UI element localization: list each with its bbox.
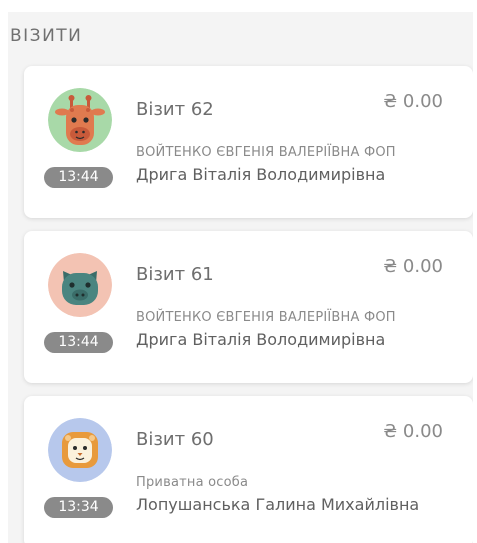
section-title: ВІЗИТИ: [10, 26, 83, 46]
visit-amount: ₴ 0.00: [383, 421, 443, 442]
lion-icon: [48, 418, 112, 482]
visit-amount: ₴ 0.00: [383, 91, 443, 112]
pig-icon: [48, 253, 112, 317]
giraffe-icon: [48, 88, 112, 152]
visits-screen: ВІЗИТИ 13:44 Візит 62 ₴ 0.00 ВОЙТЕНКО ЄВ…: [8, 12, 473, 543]
visit-card[interactable]: 13:44 Візит 61 ₴ 0.00 ВОЙТЕНКО ЄВГЕНІЯ В…: [24, 231, 473, 383]
visit-title: Візит 61: [136, 264, 214, 285]
time-badge: 13:34: [44, 497, 113, 518]
visit-company: ВОЙТЕНКО ЄВГЕНІЯ ВАЛЕРІЇВНА ФОП: [136, 310, 396, 325]
visit-amount: ₴ 0.00: [383, 256, 443, 277]
visit-title: Візит 60: [136, 429, 214, 450]
visit-company: ВОЙТЕНКО ЄВГЕНІЯ ВАЛЕРІЇВНА ФОП: [136, 145, 396, 160]
visit-card[interactable]: 13:44 Візит 62 ₴ 0.00 ВОЙТЕНКО ЄВГЕНІЯ В…: [24, 66, 473, 218]
visit-card[interactable]: 13:34 Візит 60 ₴ 0.00 Приватна особа Лоп…: [24, 396, 473, 543]
visit-title: Візит 62: [136, 99, 214, 120]
time-badge: 13:44: [44, 332, 113, 353]
time-badge: 13:44: [44, 167, 113, 188]
visit-client: Дрига Віталія Володимирівна: [136, 165, 386, 184]
visit-client: Дрига Віталія Володимирівна: [136, 330, 386, 349]
visit-client: Лопушанська Галина Михайлівна: [136, 495, 420, 514]
visit-company: Приватна особа: [136, 475, 249, 490]
